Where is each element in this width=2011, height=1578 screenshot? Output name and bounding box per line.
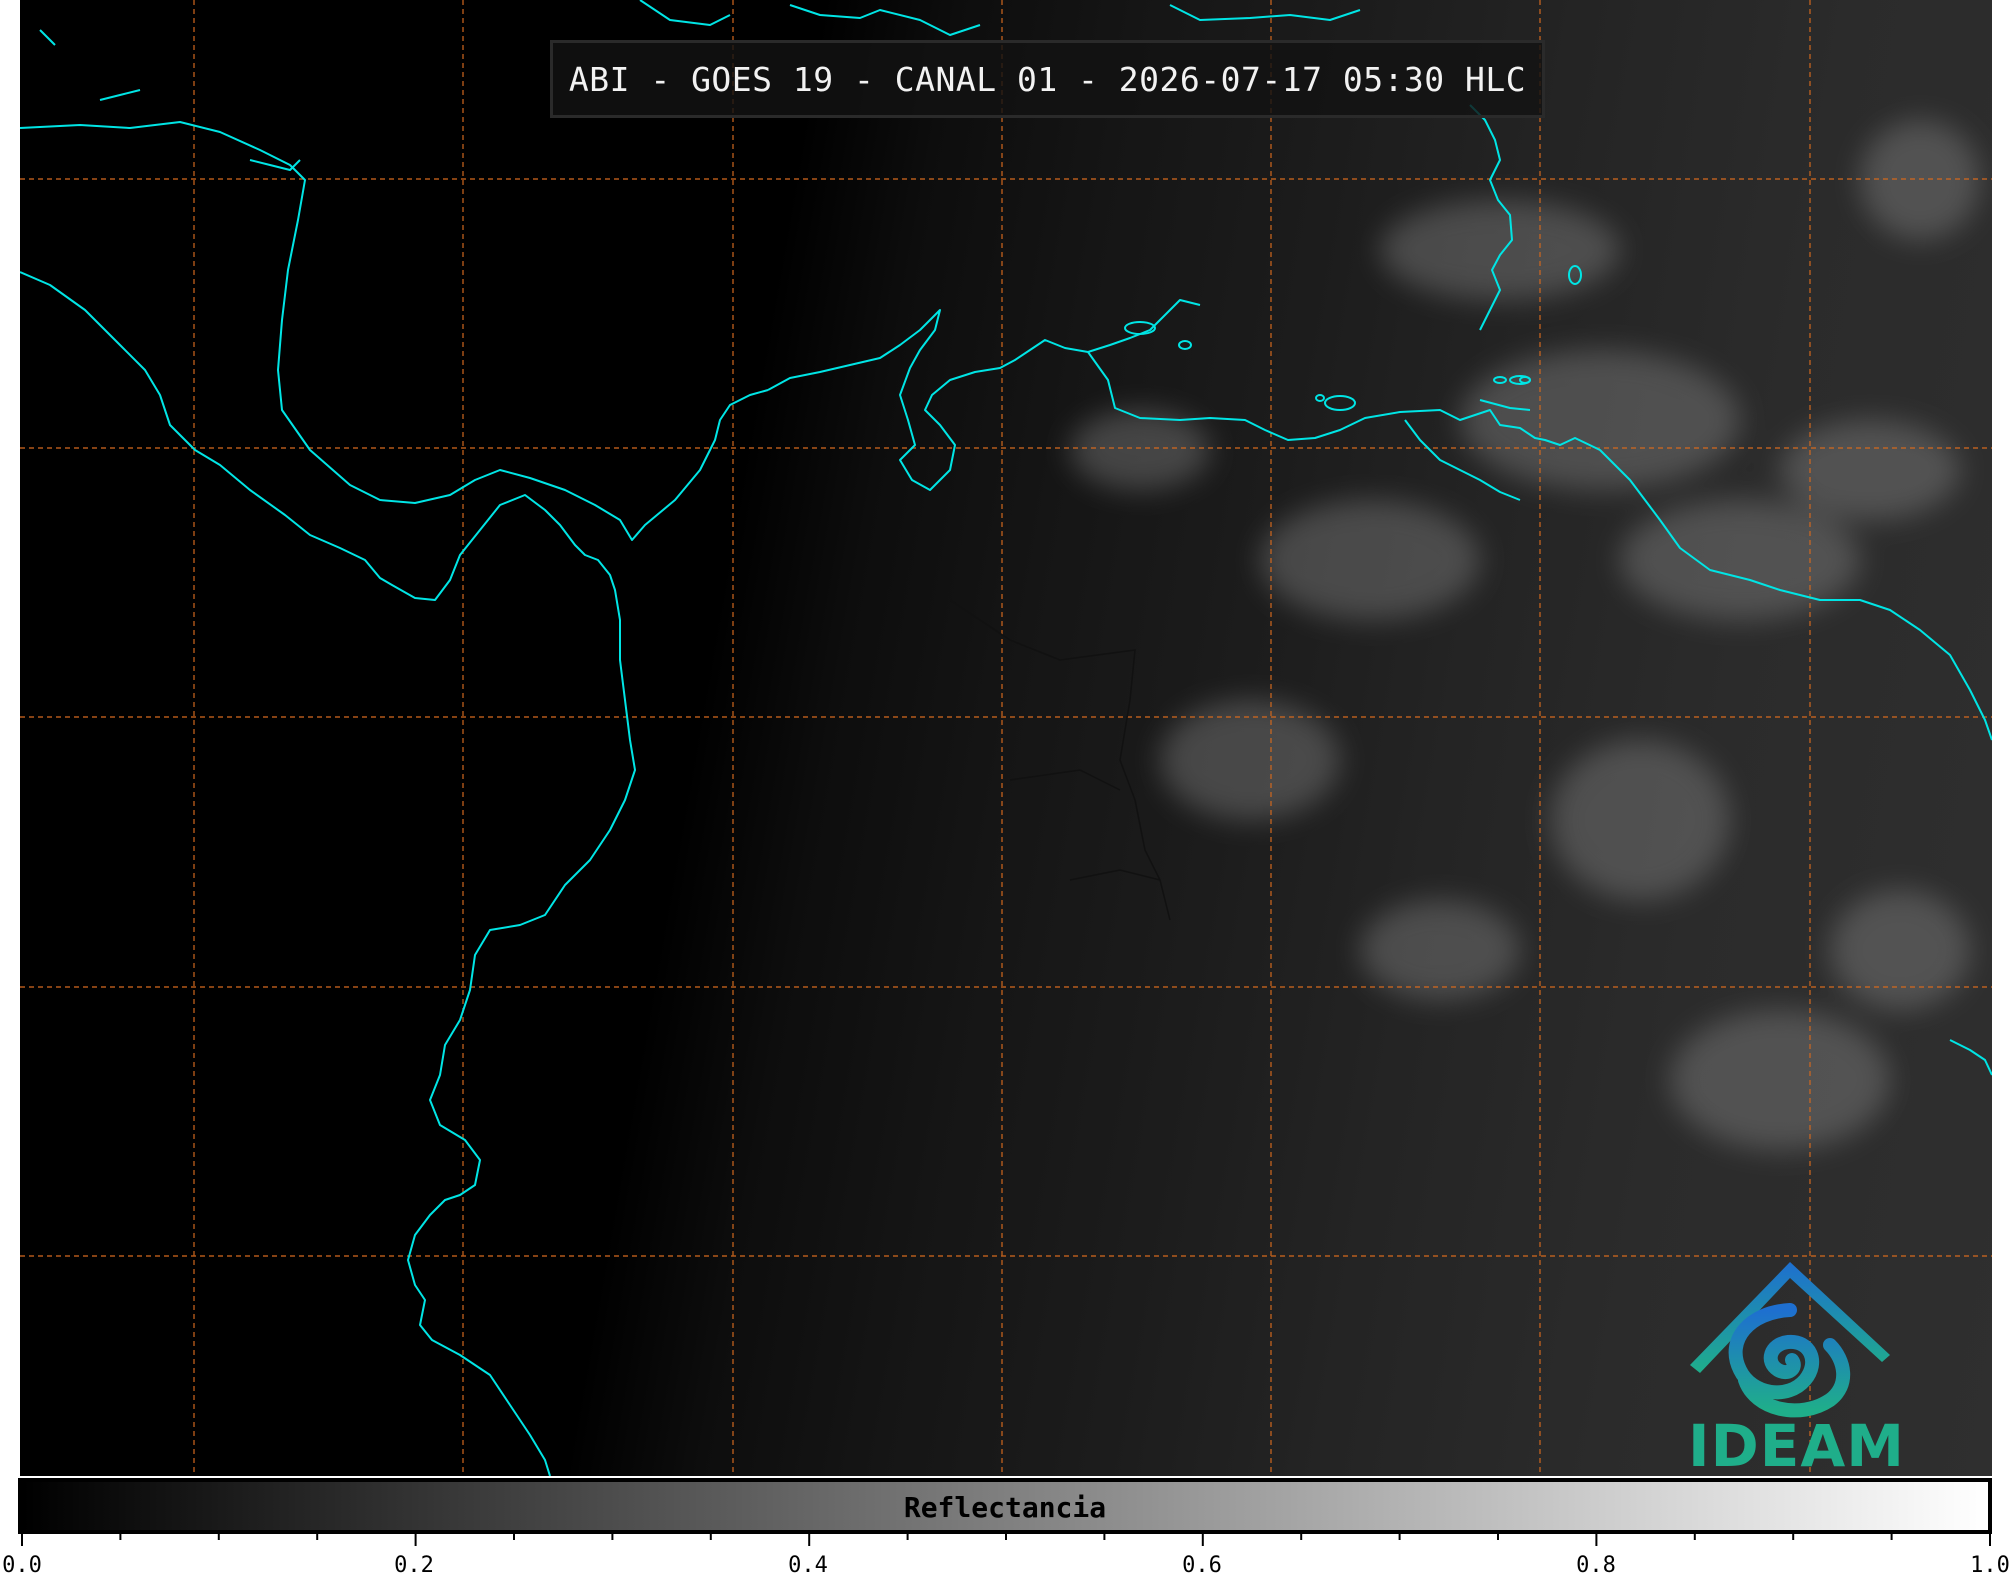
map-title: ABI - GOES 19 - CANAL 01 - 2026-07-17 05… <box>550 40 1545 118</box>
ideam-logo-text: IDEAM <box>1688 1412 1905 1476</box>
colorbar-tick-label: 0.8 <box>1576 1553 1616 1578</box>
colorbar-tick-label: 0.6 <box>1182 1553 1222 1578</box>
country-borders <box>949 599 1171 921</box>
colorbar-tick-label: 0.4 <box>788 1553 828 1578</box>
cloud-field <box>1070 120 1980 1150</box>
colorbar-label: Reflectancia <box>903 1491 1107 1524</box>
satellite-image-panel: ABI - GOES 19 - CANAL 01 - 2026-07-17 05… <box>20 0 1992 1476</box>
colorbar-tick-label: 0.2 <box>394 1553 434 1578</box>
colorbar-tick-label: 0.0 <box>2 1553 42 1578</box>
colorbar-tick-label: 1.0 <box>1970 1553 2010 1578</box>
colorbar-ticks <box>21 1532 1991 1546</box>
colorbar: Reflectancia <box>18 1478 1992 1534</box>
